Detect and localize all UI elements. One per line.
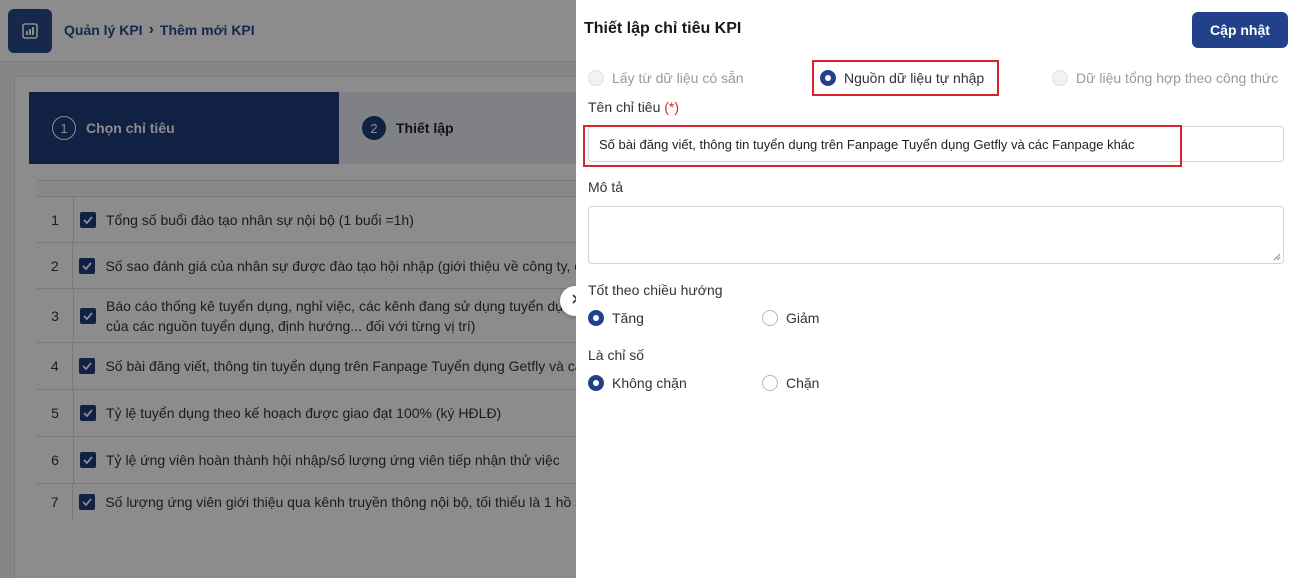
radio-selected-icon: [588, 310, 604, 326]
kpi-name-label: Tên chỉ tiêu (*): [588, 99, 679, 115]
source-option-label: Dữ liệu tổng hợp theo công thức: [1076, 70, 1279, 86]
direction-option-increase[interactable]: Tăng: [588, 310, 644, 326]
radio-icon: [762, 310, 778, 326]
update-button[interactable]: Cập nhật: [1192, 12, 1288, 48]
highlight-box: [812, 60, 999, 96]
radio-selected-icon: [588, 375, 604, 391]
direction-option-decrease[interactable]: Giảm: [762, 310, 819, 326]
drawer-title: Thiết lập chỉ tiêu KPI: [584, 20, 742, 37]
description-label: Mô tả: [588, 179, 624, 195]
blocking-label: Là chỉ số: [588, 347, 645, 363]
blocking-option-label: Không chặn: [612, 375, 687, 391]
radio-icon: [1052, 70, 1068, 86]
radio-icon: [762, 375, 778, 391]
direction-label: Tốt theo chiều hướng: [588, 282, 723, 298]
direction-option-label: Giảm: [786, 310, 820, 326]
blocking-option-label: Chặn: [786, 375, 820, 391]
blocking-option-block[interactable]: Chặn: [762, 375, 819, 391]
description-textarea[interactable]: [588, 206, 1284, 264]
radio-icon: [588, 70, 604, 86]
direction-option-label: Tăng: [612, 310, 644, 326]
modal-overlay[interactable]: [0, 0, 576, 578]
source-option-existing[interactable]: Lấy từ dữ liệu có sẵn: [588, 70, 744, 86]
kpi-name-label-text: Tên chỉ tiêu: [588, 99, 661, 115]
source-option-label: Lấy từ dữ liệu có sẵn: [612, 70, 744, 86]
blocking-option-none[interactable]: Không chặn: [588, 375, 687, 391]
required-marker: (*): [664, 99, 680, 115]
resize-grip-icon[interactable]: [1273, 253, 1281, 261]
source-option-formula[interactable]: Dữ liệu tổng hợp theo công thức: [1052, 70, 1278, 86]
highlight-box: [583, 125, 1182, 167]
kpi-setup-drawer: Thiết lập chỉ tiêu KPI Cập nhật Lấy từ d…: [576, 0, 1293, 578]
